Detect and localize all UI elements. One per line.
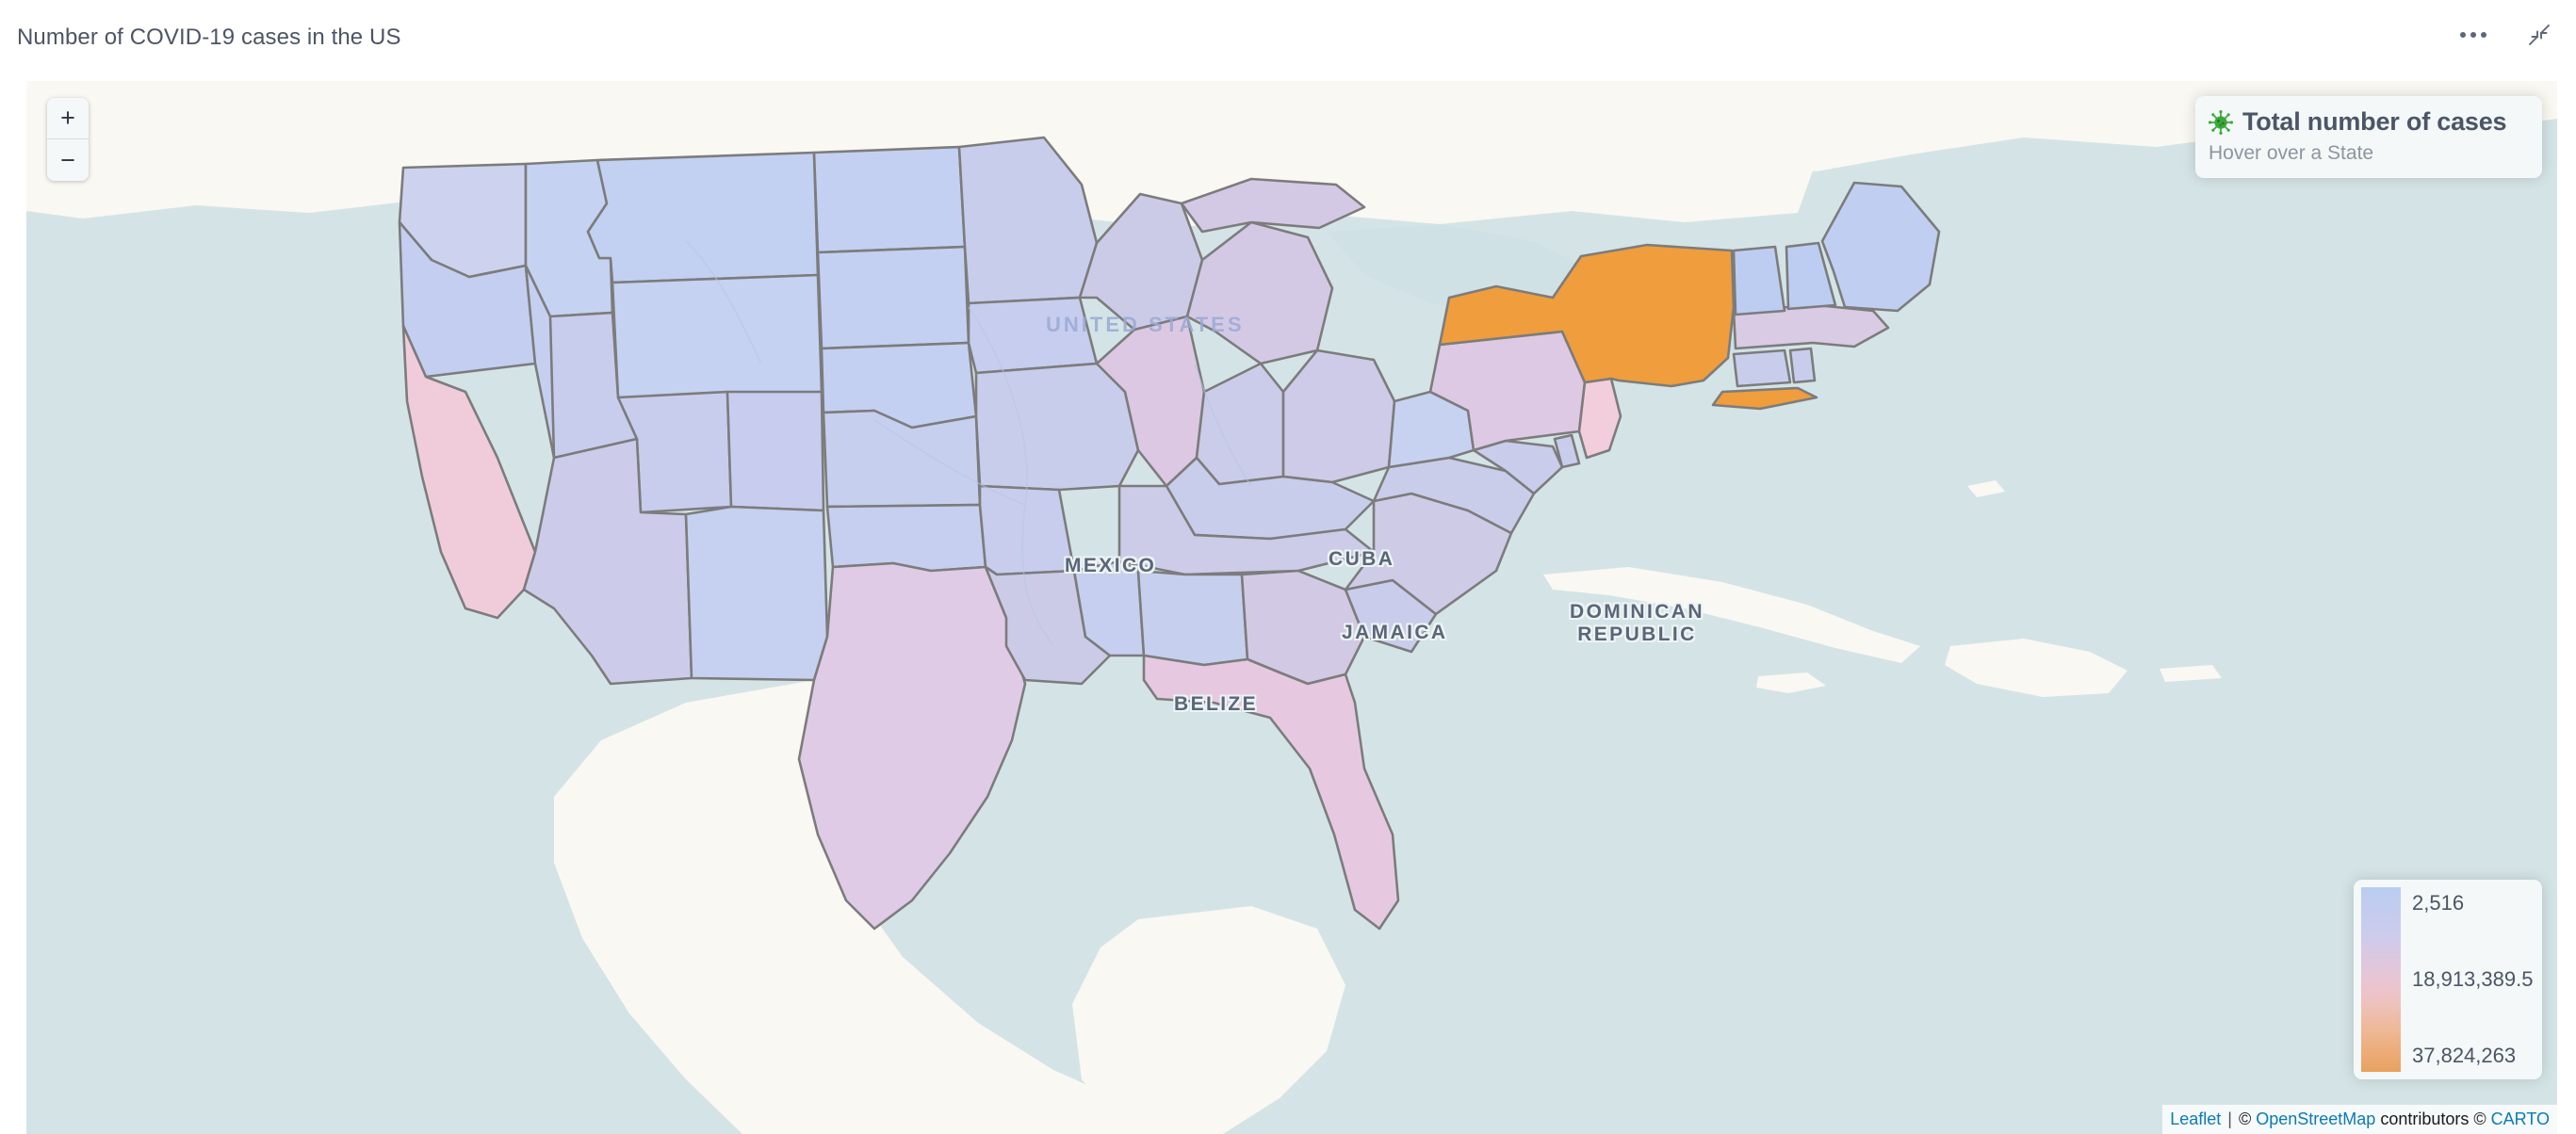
legend-gradient — [2361, 887, 2401, 1072]
page-title: Number of COVID-19 cases in the US — [17, 24, 401, 50]
basemap-layer — [26, 81, 2557, 1134]
map-canvas[interactable]: UNITED STATES MEXICO CUBA JAMAICA DOMINI… — [26, 81, 2557, 1134]
info-title-row: Total number of cases — [2209, 107, 2525, 137]
ellipsis-icon — [2460, 32, 2486, 38]
zoom-in-button[interactable]: + — [47, 98, 89, 139]
zoom-control[interactable]: + − — [47, 98, 89, 181]
more-options-button[interactable] — [2457, 19, 2489, 51]
legend: 2,516 18,913,389.5 37,824,263 — [2354, 880, 2542, 1079]
header-actions — [2457, 19, 2555, 51]
info-title: Total number of cases — [2242, 107, 2507, 136]
leaflet-link[interactable]: Leaflet — [2170, 1110, 2221, 1128]
legend-label-min: 2,516 — [2412, 891, 2465, 915]
copyright-symbol-2: © — [2473, 1109, 2491, 1128]
info-panel: Total number of cases Hover over a State — [2195, 96, 2542, 178]
legend-label-mid: 18,913,389.5 — [2412, 967, 2534, 991]
map-container[interactable]: UNITED STATES MEXICO CUBA JAMAICA DOMINI… — [26, 81, 2557, 1134]
legend-label-max: 37,824,263 — [2412, 1044, 2517, 1067]
virus-icon — [2209, 109, 2233, 135]
contributors-text: contributors — [2375, 1109, 2474, 1128]
widget-header: Number of COVID-19 cases in the US — [0, 0, 2576, 81]
carto-link[interactable]: CARTO — [2491, 1110, 2550, 1128]
collapse-arrows-icon — [2529, 24, 2550, 45]
openstreetmap-link[interactable]: OpenStreetMap — [2256, 1110, 2375, 1128]
info-subtitle: Hover over a State — [2209, 142, 2374, 164]
zoom-out-button[interactable]: − — [47, 139, 89, 181]
attribution-separator: | — [2223, 1109, 2237, 1128]
map-attribution: Leaflet | © OpenStreetMap contributors ©… — [2162, 1104, 2557, 1134]
copyright-symbol-1: © — [2238, 1109, 2257, 1128]
collapse-button[interactable] — [2523, 19, 2555, 51]
